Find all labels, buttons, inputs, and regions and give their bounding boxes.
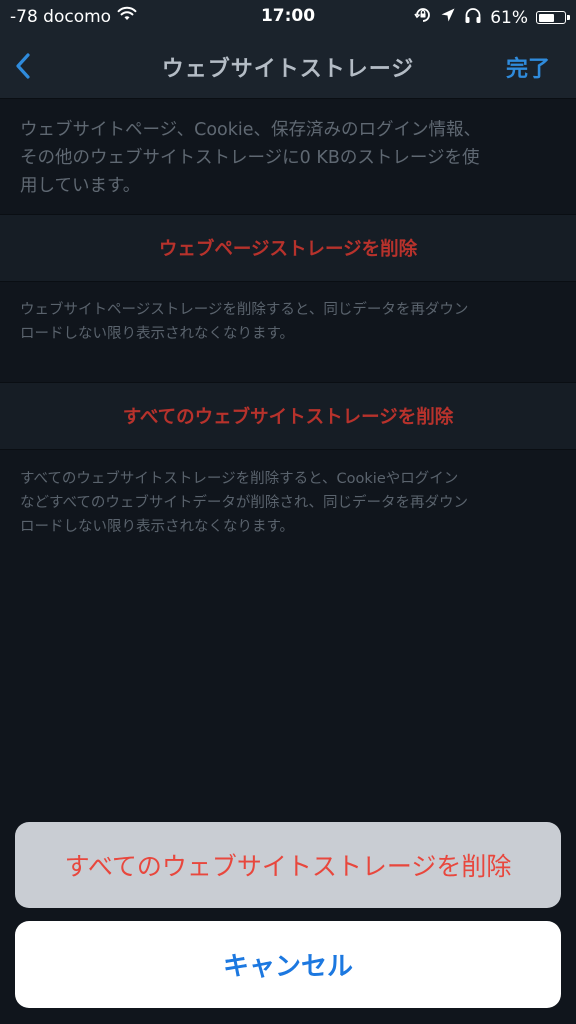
- headphones-icon: [464, 7, 482, 29]
- page-title: ウェブサイトストレージ: [161, 57, 415, 82]
- storage-usage-line: 用しています。: [20, 176, 141, 196]
- clear-all-storage-label: すべてのウェブサイトストレージを削除: [122, 407, 454, 428]
- clear-all-storage-note: すべてのウェブサイトストレージを削除すると、Cookieやログイン などすべての…: [20, 467, 556, 539]
- battery-icon: [536, 11, 570, 24]
- orientation-lock-icon: [414, 6, 432, 29]
- website-storage-screen: -78 docomo 17:00 61% ウェブサイトストレージ 完了 ウェブサ…: [0, 0, 576, 1024]
- cancel-label: キャンセル: [222, 952, 353, 982]
- storage-usage-line: ウェブサイトページ、Cookie、保存済みのログイン情報、: [20, 120, 482, 140]
- clear-webpage-storage-label: ウェブページストレージを削除: [158, 239, 418, 260]
- note-line: ウェブサイトページストレージを削除すると、同じデータを再ダウン: [20, 302, 469, 318]
- cancel-button[interactable]: キャンセル: [15, 921, 561, 1008]
- note-line: すべてのウェブサイトストレージを削除すると、Cookieやログイン: [20, 471, 459, 487]
- navigation-bar: ウェブサイトストレージ 完了: [0, 34, 576, 99]
- status-bar: -78 docomo 17:00 61%: [0, 0, 576, 34]
- note-line: ロードしない限り表示されなくなります。: [20, 326, 295, 342]
- status-right: 61%: [414, 6, 570, 29]
- clear-all-storage-button[interactable]: すべてのウェブサイトストレージを削除: [0, 382, 576, 450]
- note-line: ロードしない限り表示されなくなります。: [20, 519, 295, 535]
- location-arrow-icon: [440, 7, 456, 28]
- note-line: などすべてのウェブサイトデータが削除され、同じデータを再ダウン: [20, 495, 469, 511]
- storage-usage-description: ウェブサイトページ、Cookie、保存済みのログイン情報、 その他のウェブサイト…: [20, 116, 556, 200]
- clear-webpage-storage-button[interactable]: ウェブページストレージを削除: [0, 214, 576, 282]
- battery-fill: [538, 13, 554, 22]
- confirm-delete-all-button[interactable]: すべてのウェブサイトストレージを削除: [15, 822, 561, 908]
- battery-percent: 61%: [490, 7, 528, 28]
- confirm-delete-all-label: すべてのウェブサイトストレージを削除: [64, 852, 512, 881]
- battery-tip: [567, 15, 570, 20]
- clear-webpage-storage-note: ウェブサイトページストレージを削除すると、同じデータを再ダウン ロードしない限り…: [20, 298, 556, 346]
- storage-usage-line: その他のウェブサイトストレージに0 KBのストレージを使: [20, 148, 480, 168]
- done-button[interactable]: 完了: [506, 51, 550, 83]
